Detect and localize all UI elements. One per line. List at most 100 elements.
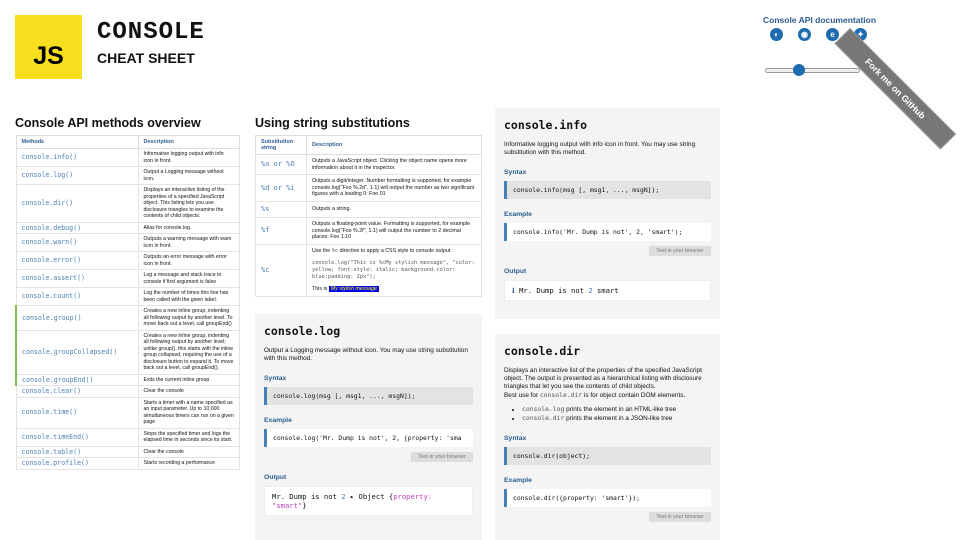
syntax-code: console.info(msg [, msg1, ..., msgN]); bbox=[504, 181, 711, 199]
syntax-heading: Syntax bbox=[504, 435, 527, 442]
card-desc: Displays an interactive list of the prop… bbox=[504, 367, 702, 390]
method-desc: Clear the console bbox=[137, 445, 240, 458]
sub-string: %c bbox=[255, 243, 307, 297]
test-in-browser-button[interactable]: Test in your browser bbox=[411, 452, 473, 462]
fork-ribbon[interactable]: Fork me on GitHub bbox=[834, 28, 957, 150]
slider-thumb[interactable] bbox=[793, 64, 805, 76]
table-row: console.clear() Clear the console bbox=[15, 385, 240, 398]
table-row: console.debug() Alias for console.log. bbox=[15, 221, 240, 234]
table-row: console.dir() Displays an interactive lis… bbox=[15, 184, 240, 223]
sub-desc: Use the %c directive to apply a CSS styl… bbox=[306, 243, 482, 297]
methods-heading: Console API methods overview bbox=[15, 116, 201, 130]
method-link[interactable]: console.count() bbox=[15, 287, 139, 306]
sub-string: %o or %O bbox=[255, 153, 307, 176]
list-item: console.dir prints the element in a JSON… bbox=[522, 414, 711, 423]
firefox-icon[interactable]: ◉ bbox=[798, 28, 811, 41]
table-row: console.table() Clear the console bbox=[15, 445, 240, 458]
output-heading: Output bbox=[264, 474, 287, 481]
sub-desc: Outputs a floating-point value. Formatti… bbox=[306, 216, 482, 245]
col-description: Description bbox=[306, 135, 482, 155]
output-box: Mr. Dump is not 2 ▸ Object {property: "sm… bbox=[264, 486, 473, 516]
table-row: %o or %O Outputs a JavaScript object. Cli… bbox=[255, 153, 482, 176]
method-desc: Log a message and stack trace to console… bbox=[137, 269, 240, 288]
method-link[interactable]: console.group() bbox=[15, 305, 139, 331]
method-link[interactable]: console.info() bbox=[15, 148, 139, 167]
test-in-browser-button[interactable]: Test in your browser bbox=[649, 512, 711, 522]
methods-overview: Console API methods overview Methods Desc… bbox=[15, 116, 240, 470]
method-link[interactable]: console.log() bbox=[15, 166, 139, 185]
method-desc: Alias for console.log. bbox=[137, 221, 240, 234]
method-link[interactable]: console.timeEnd() bbox=[15, 427, 139, 447]
chrome-icon[interactable]: ◐ bbox=[770, 28, 783, 41]
example-heading: Example bbox=[504, 211, 532, 218]
example-heading: Example bbox=[504, 477, 532, 484]
table-row: console.time() Starts a timer with a name… bbox=[15, 396, 240, 429]
card-title: console.log bbox=[264, 324, 341, 338]
example-code: console.info('Mr. Dump is not', 2, 'smar… bbox=[504, 223, 711, 241]
card-title: console.dir bbox=[504, 344, 581, 358]
info-icon: ℹ bbox=[512, 286, 515, 295]
console-log-card: console.log Output a Logging message wit… bbox=[255, 314, 482, 540]
table-row: console.info() Informative logging output… bbox=[15, 148, 240, 167]
method-link[interactable]: console.time() bbox=[15, 396, 139, 429]
table-row: %f Outputs a floating-point value. Format… bbox=[255, 216, 482, 245]
table-row: console.group() Creates a new inline grou… bbox=[15, 305, 240, 331]
test-in-browser-button[interactable]: Test in your browser bbox=[649, 246, 711, 256]
syntax-code: console.log(msg [, msg1, ..., msgN]); bbox=[264, 387, 473, 405]
table-row: %c Use the %c directive to apply a CSS s… bbox=[255, 243, 482, 297]
method-link[interactable]: console.groupCollapsed() bbox=[15, 329, 139, 375]
method-desc: Creates a new inline group, indenting al… bbox=[137, 329, 240, 375]
table-row: console.groupEnd() Exits the current inli… bbox=[15, 373, 240, 386]
table-row: console.log() Output a Logging message wi… bbox=[15, 166, 240, 185]
method-desc: Starts recording a performance bbox=[137, 457, 240, 470]
method-link[interactable]: console.error() bbox=[15, 251, 139, 270]
method-desc: Displays an interactive listing of the p… bbox=[137, 184, 240, 223]
zoom-slider[interactable] bbox=[765, 64, 860, 76]
sub-desc: Outputs a JavaScript object. Clicking th… bbox=[306, 153, 482, 176]
method-desc: Clear the console bbox=[137, 385, 240, 398]
method-desc: Informative logging output with info ico… bbox=[137, 148, 240, 167]
dir-bullets: console.log prints the element in an HTM… bbox=[522, 405, 711, 423]
console-info-card: console.info Informative logging output … bbox=[495, 108, 720, 319]
console-dir-card: console.dir Displays an interactive list… bbox=[495, 334, 720, 540]
css-example-code: console.log("This is %cMy stylish messag… bbox=[312, 260, 475, 280]
col-methods: Methods bbox=[15, 135, 139, 149]
table-row: console.error() Outputs an error message … bbox=[15, 251, 240, 270]
js-logo: JS bbox=[15, 15, 82, 79]
method-link[interactable]: console.warn() bbox=[15, 233, 139, 252]
page-title: CONSOLE bbox=[97, 19, 205, 46]
method-link[interactable]: console.assert() bbox=[15, 269, 139, 288]
method-link[interactable]: console.clear() bbox=[15, 385, 139, 398]
syntax-heading: Syntax bbox=[264, 375, 287, 382]
method-link[interactable]: console.table() bbox=[15, 445, 139, 458]
table-row: console.groupCollapsed() Creates a new in… bbox=[15, 329, 240, 375]
table-row: %s Outputs a string. bbox=[255, 200, 482, 218]
syntax-heading: Syntax bbox=[504, 169, 527, 176]
table-row: console.profile() Starts recording a perf… bbox=[15, 457, 240, 470]
method-link[interactable]: console.dir() bbox=[15, 184, 139, 223]
sub-desc: Outputs a digit/integer. Number formatti… bbox=[306, 174, 482, 202]
sub-string: %d or %i bbox=[255, 174, 307, 202]
method-desc: Exits the current inline group bbox=[137, 373, 240, 386]
table-row: console.count() Log the number of times t… bbox=[15, 287, 240, 306]
method-desc: Creates a new inline group, indenting al… bbox=[137, 305, 240, 331]
method-desc: Output a Logging message without icon. bbox=[137, 166, 240, 185]
sub-desc: Outputs a string. bbox=[306, 200, 482, 218]
syntax-code: console.dir(object); bbox=[504, 447, 711, 465]
method-desc: Stops the specified timer and logs the e… bbox=[137, 427, 240, 447]
col-description: Description bbox=[137, 135, 240, 149]
card-desc: Informative logging output with info ico… bbox=[504, 141, 696, 156]
example-heading: Example bbox=[264, 417, 292, 424]
subs-heading: Using string substitutions bbox=[255, 116, 410, 130]
method-desc: Outputs a warning message with warn icon… bbox=[137, 233, 240, 252]
sub-string: %f bbox=[255, 216, 307, 245]
method-link[interactable]: console.groupEnd() bbox=[15, 373, 139, 386]
method-link[interactable]: console.profile() bbox=[15, 457, 139, 470]
styled-message: My stylish message bbox=[328, 286, 379, 293]
docs-link[interactable]: Console API documentation bbox=[763, 15, 876, 25]
logo-text: JS bbox=[33, 42, 64, 70]
method-link[interactable]: console.debug() bbox=[15, 221, 139, 234]
method-desc: Log the number of times this line has be… bbox=[137, 287, 240, 306]
list-item: console.log prints the element in an HTM… bbox=[522, 405, 711, 414]
example-code: console.dir({property: 'smart'}); bbox=[504, 489, 711, 507]
